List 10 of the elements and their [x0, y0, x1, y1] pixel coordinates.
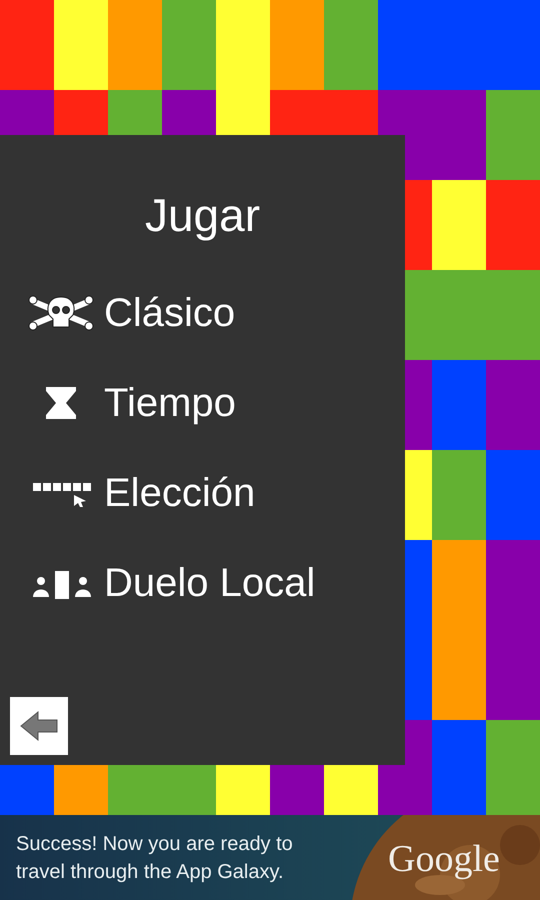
ad-brand: Google — [388, 837, 500, 881]
menu-item[interactable]: Tiempo — [0, 379, 405, 427]
left-arrow-icon — [20, 710, 58, 742]
skull-icon — [28, 295, 94, 331]
ad-text: Success! Now you are ready to travel through the App Galaxy. — [15, 832, 294, 884]
menu-item[interactable]: Clásico — [0, 289, 405, 337]
menu-item[interactable]: Elección — [0, 469, 405, 517]
menu-title: Jugar — [144, 188, 260, 243]
back-button[interactable] — [10, 697, 68, 755]
menu-item[interactable]: Duelo Local — [0, 559, 405, 607]
